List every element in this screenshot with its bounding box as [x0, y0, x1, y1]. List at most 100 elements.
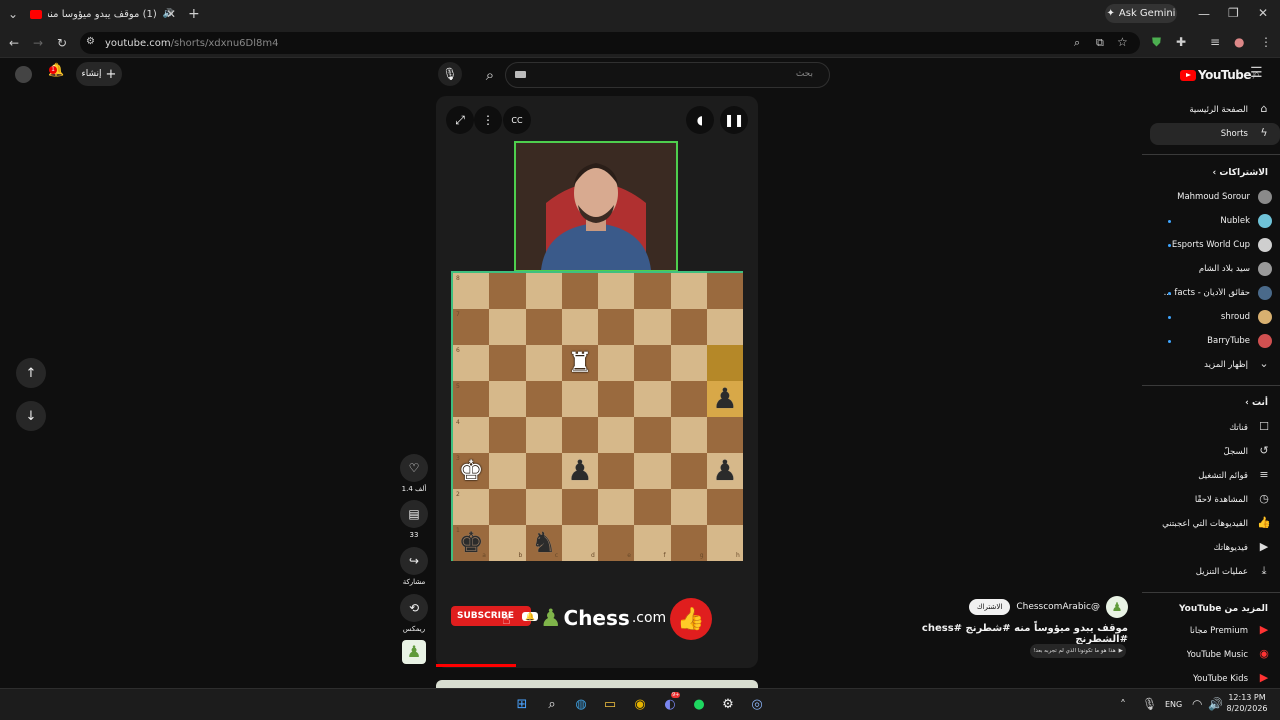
new-content-dot — [1168, 315, 1171, 319]
language-indicator[interactable]: ENG — [1165, 700, 1182, 709]
sidebar-sub-sayed-bilad-alsham[interactable]: سيد بلاد الشام — [1150, 258, 1280, 280]
browser-tab[interactable]: (1) موقف يبدو ميؤوساً منه # 🔊 — [24, 2, 180, 26]
url-field[interactable]: youtube.com/shorts/xdxnu6Dl8m4 — [80, 32, 1140, 54]
new-tab-icon[interactable]: + — [188, 7, 200, 21]
voice-search-mic-icon[interactable]: 🎙 — [438, 62, 462, 86]
subscriptions-header[interactable]: الاشتراكات › — [1212, 168, 1268, 178]
shield-extension-icon[interactable]: ⛊ — [1152, 36, 1161, 48]
sidebar-sub-shroud[interactable]: shroud — [1150, 306, 1280, 328]
previous-short-button[interactable]: ↑ — [16, 358, 46, 388]
ask-gemini-button[interactable]: ✦ Ask Gemini — [1105, 4, 1177, 23]
more-header-brand: YouTube — [1178, 604, 1222, 614]
captions-icon[interactable]: CC — [503, 106, 531, 134]
suggestion-pill[interactable]: ▶ هذا هو ما تكونونا الذي لم تجربه بعد! — [1030, 644, 1126, 658]
wifi-icon[interactable]: ◠ — [1192, 698, 1202, 710]
speaker-icon[interactable]: 🔊 — [1208, 698, 1223, 710]
sidebar-item-watch-later[interactable]: ◷ المشاهدة لاحقًا — [1150, 489, 1280, 511]
sidebar-sub-nublek[interactable]: Nublek — [1150, 210, 1280, 232]
remix-action[interactable]: ⟲ ريمكس — [400, 594, 428, 633]
ask-gemini-label: Ask Gemini — [1118, 8, 1176, 19]
remix-icon[interactable]: ⟲ — [400, 594, 428, 622]
board-square-d8 — [561, 273, 598, 309]
sidebar-item-your-channel[interactable]: ☐ قناتك — [1150, 417, 1280, 439]
sidebar-item-your-videos[interactable]: ▶ فيديوهاتك — [1150, 537, 1280, 559]
sound-thumbnail[interactable]: ♟ — [402, 640, 426, 664]
board-square-c7 — [525, 309, 562, 345]
sidebar-sub-esports-world-cup[interactable]: Esports World Cup — [1150, 234, 1280, 256]
edge-browser-icon[interactable]: ◍ — [570, 693, 592, 715]
board-square-e3 — [598, 453, 635, 489]
channel-name[interactable]: @ChesscomArabic — [1016, 602, 1100, 612]
spotify-icon[interactable]: ● — [688, 693, 710, 715]
comments-action[interactable]: ▤ 33 — [400, 500, 428, 539]
bookmark-star-icon[interactable]: ☆ — [1117, 36, 1128, 48]
settings-gear-icon[interactable]: ⚙ — [717, 693, 739, 715]
share-action[interactable]: ↪ مشاركة — [400, 547, 428, 586]
close-tab-icon[interactable]: ✕ — [166, 8, 176, 20]
forward-icon[interactable]: → — [33, 37, 43, 49]
back-icon[interactable]: ← — [9, 37, 19, 49]
sidebar-sub-facts[interactable]: حقائق الأديان - facts ... — [1150, 282, 1280, 304]
profile-icon[interactable]: ● — [1234, 36, 1244, 48]
restore-icon[interactable]: ❐ — [1228, 7, 1239, 19]
install-app-icon[interactable]: ⧉ — [1096, 37, 1104, 48]
like-icon[interactable]: ♡ — [400, 454, 428, 482]
sidebar-item-youtube-kids[interactable]: ▶ YouTube Kids — [1150, 668, 1280, 690]
video-title[interactable]: موقف يبدو ميؤوساً منه #شطرنج #chess #الش… — [880, 623, 1128, 645]
sidebar-item-premium[interactable]: ▶ Premium مجاناً — [1150, 620, 1280, 642]
volume-icon[interactable]: ◖ — [686, 106, 714, 134]
show-more-button[interactable]: ⌄ إظهار المزيد — [1150, 354, 1280, 376]
create-button[interactable]: إنشاء + — [76, 62, 122, 86]
subscribe-button[interactable]: الاشتراك — [968, 599, 1011, 615]
account-avatar[interactable] — [15, 66, 32, 83]
youtube-logo[interactable]: YouTube JO — [1180, 66, 1259, 84]
guide-menu-icon[interactable]: ☰ — [1250, 66, 1263, 80]
new-content-dot — [1168, 219, 1171, 223]
sidebar-item-shorts[interactable]: ϟ Shorts — [1150, 123, 1280, 145]
sidebar-sub-barrytube[interactable]: BarryTube — [1150, 330, 1280, 352]
fullscreen-icon[interactable]: ⤢ — [446, 106, 474, 134]
reload-icon[interactable]: ↻ — [57, 37, 67, 49]
board-square-b6 — [489, 345, 526, 381]
keyboard-icon[interactable] — [515, 71, 526, 78]
sidebar-item-label: Nublek — [1220, 216, 1250, 226]
taskbar-search-icon[interactable]: ⌕ — [541, 693, 563, 715]
progress-bar[interactable] — [436, 664, 516, 667]
more-options-icon[interactable]: ⋮ — [474, 106, 502, 134]
sidebar-item-playlists[interactable]: ≡ قوائم التشغيل — [1150, 465, 1280, 487]
share-icon[interactable]: ↪ — [400, 547, 428, 575]
minimize-icon[interactable]: — — [1198, 8, 1210, 20]
you-header[interactable]: أنت › — [1245, 398, 1268, 408]
comment-icon[interactable]: ▤ — [400, 500, 428, 528]
sidebar-item-history[interactable]: ↺ السجلّ — [1150, 441, 1280, 463]
search-button[interactable]: ⌕ — [476, 62, 504, 88]
sidebar-item-label: فيديوهاتك — [1213, 543, 1248, 553]
zoom-icon[interactable]: ⌕ — [1074, 37, 1080, 48]
file-explorer-icon[interactable]: ▭ — [599, 693, 621, 715]
steam-icon[interactable]: ◎ — [746, 693, 768, 715]
windows-start-icon[interactable]: ⊞ — [511, 693, 533, 715]
chrome-icon[interactable]: ◉ — [629, 693, 651, 715]
sidebar-item-label: shroud — [1220, 312, 1250, 322]
tab-list-icon[interactable]: ⌄ — [8, 8, 18, 20]
sidebar-item-downloads[interactable]: ⤓ عمليات التنزيل — [1150, 561, 1280, 583]
board-square-f8 — [634, 273, 671, 309]
tray-chevron-up-icon[interactable]: ˄ — [1120, 699, 1126, 711]
browser-menu-icon[interactable]: ⋮ — [1260, 36, 1272, 48]
sidebar-sub-mahmoud-sorour[interactable]: Mahmoud Sorour — [1150, 186, 1280, 208]
tray-mic-icon[interactable]: 🎙 — [1142, 698, 1157, 710]
extensions-icon[interactable]: ✚ — [1176, 36, 1186, 48]
pause-icon[interactable]: ❚❚ — [720, 106, 748, 134]
search-input[interactable]: بحث — [505, 62, 830, 88]
close-window-icon[interactable]: ✕ — [1258, 7, 1268, 19]
system-clock[interactable]: 12:13 PM 8/20/2026 — [1222, 692, 1272, 714]
site-settings-icon[interactable]: ⚙ — [86, 37, 95, 47]
chevron-icon: › — [1245, 398, 1249, 408]
channel-avatar[interactable]: ♟ — [1106, 596, 1128, 618]
sidebar-item-youtube-music[interactable]: ◉ YouTube Music — [1150, 644, 1280, 666]
sidebar-item-home[interactable]: ⌂ الصفحة الرئيسية — [1150, 99, 1280, 121]
next-short-button[interactable]: ↓ — [16, 401, 46, 431]
like-action[interactable]: ♡ 1.4 ألف — [400, 454, 428, 493]
reading-list-icon[interactable]: ≡ — [1210, 36, 1220, 48]
sidebar-item-liked-videos[interactable]: 👍 الفيديوهات التي أعجبتني — [1150, 513, 1280, 535]
